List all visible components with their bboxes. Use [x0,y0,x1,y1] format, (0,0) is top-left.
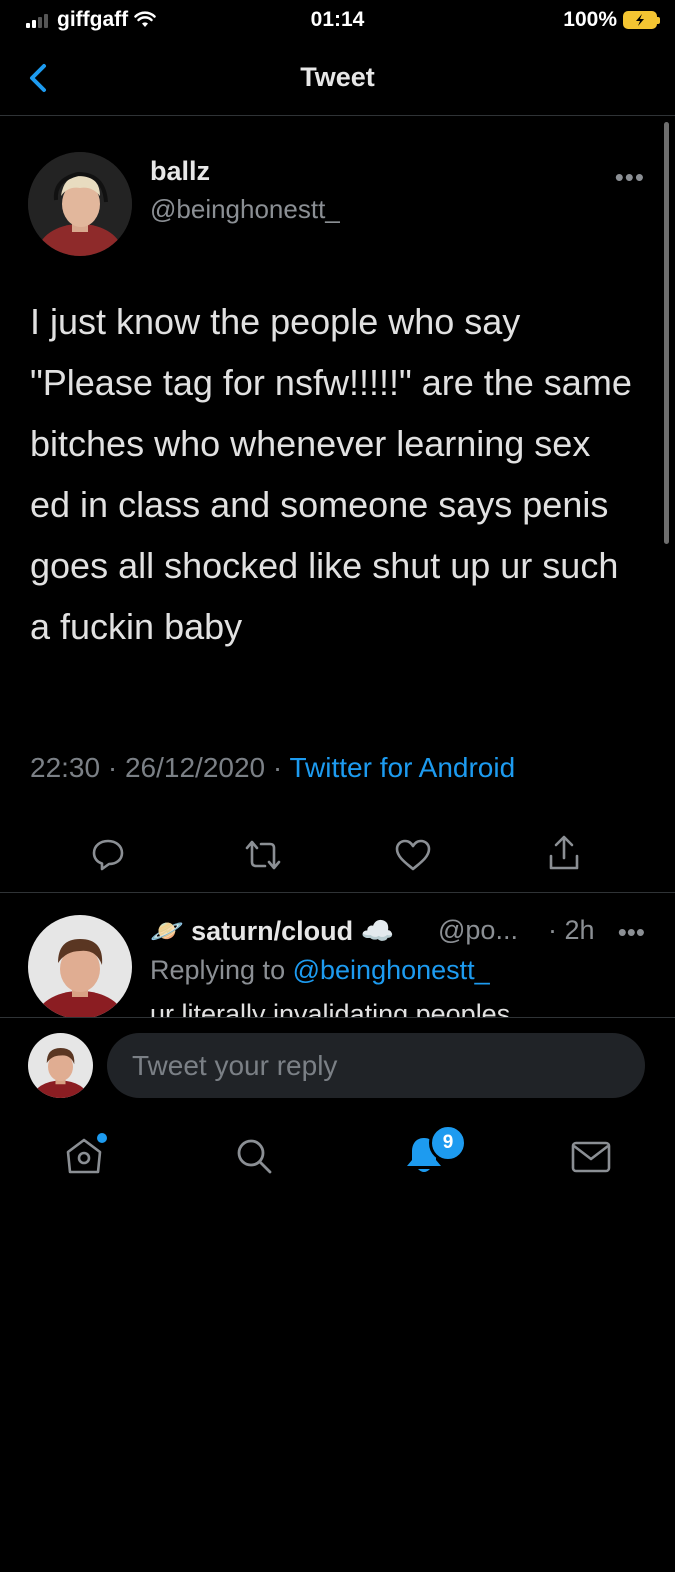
messages-icon[interactable] [570,1140,612,1174]
home-new-dot [97,1133,107,1143]
author-avatar[interactable] [28,152,132,256]
header: Tweet [0,40,675,116]
reply-author-handle[interactable]: @po... [438,915,518,946]
retweet-icon[interactable] [243,838,283,872]
replying-to: Replying to @beinghonestt_ [150,955,490,986]
reply-tweet[interactable]: 🪐 saturn/cloud ☁️ @po... · 2h ••• Replyi… [0,893,675,1017]
my-avatar[interactable] [28,1033,93,1098]
status-right: 100% [563,8,660,32]
battery-charging-icon [623,11,660,29]
cloud-emoji-icon: ☁️ [360,916,395,946]
reply-time-value: 2h [564,915,595,945]
reply-button[interactable] [90,1536,126,1572]
status-bar: giffgaff 01:14 100% [0,0,675,40]
scrollbar[interactable] [664,122,669,544]
search-icon[interactable] [234,1136,274,1176]
more-options-icon[interactable]: ••• [615,162,645,193]
notifications-badge: 9 [429,1124,467,1162]
replying-to-mention[interactable]: @beinghonestt_ [293,955,490,985]
reply-author-name[interactable]: 🪐 saturn/cloud ☁️ [150,915,394,947]
share-icon[interactable] [546,834,582,872]
reply-time: · 2h [548,915,595,945]
replying-prefix: Replying to [150,955,286,985]
reply-input[interactable]: Tweet your reply [107,1033,645,1098]
reply-text: ur literally invalidating peoples [150,999,511,1017]
reply-avatar[interactable] [28,915,132,1017]
like-icon[interactable] [394,838,432,872]
author-name[interactable]: ballz [150,156,210,187]
reply-icon[interactable] [90,836,126,872]
battery-percent: 100% [563,8,617,31]
planet-emoji-icon: 🪐 [150,916,184,946]
compose-bar: Tweet your reply [0,1017,675,1108]
author-handle[interactable]: @beinghonestt_ [150,194,340,225]
page-title: Tweet [300,62,375,92]
tweet-actions [0,700,675,780]
reply-more-options-icon[interactable]: ••• [618,917,645,948]
reply-name-text: saturn/cloud [191,916,354,946]
tweet-text: I just know the people who say "Please t… [30,301,632,647]
